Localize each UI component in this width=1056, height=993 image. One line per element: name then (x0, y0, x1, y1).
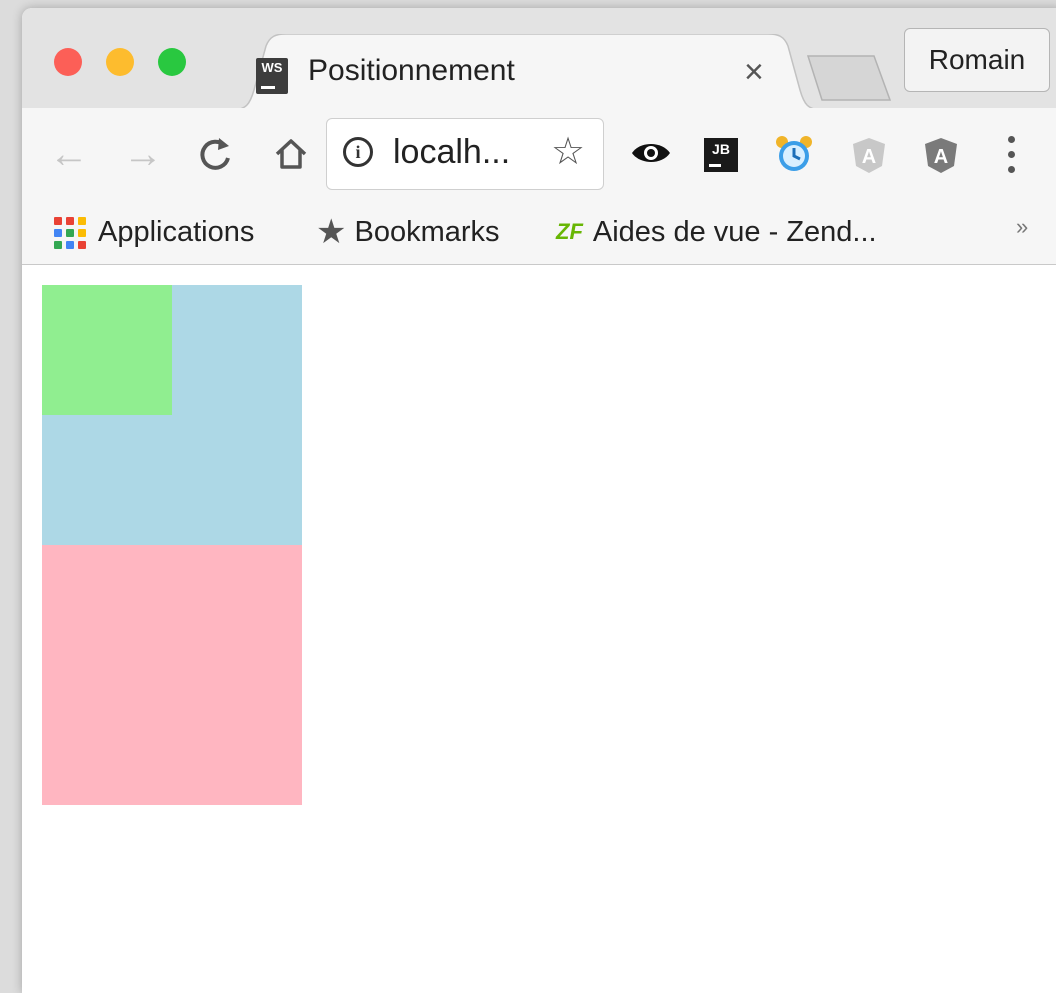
angular-augury-label: A (862, 146, 876, 168)
bookmark-star-icon[interactable]: ☆ (551, 129, 585, 174)
zend-framework-icon: ZF (556, 219, 583, 244)
webstorm-favicon-icon: WS (256, 58, 288, 94)
bookmarks-bar: Applications ★ Bookmarks ZF Aides de vue -… (22, 200, 1056, 265)
bookmark-applications[interactable]: Applications (52, 210, 254, 254)
bookmark-applications-label: Applications (98, 216, 255, 248)
close-window-button[interactable] (54, 48, 82, 76)
more-menu-icon[interactable] (1002, 130, 1022, 180)
angular-augury-icon[interactable]: A (850, 136, 888, 174)
apps-grid-icon (52, 215, 88, 251)
toolbar: ← → i localh... ☆ JB A A (22, 108, 1056, 200)
bookmark-zend[interactable]: ZF Aides de vue - Zend... (556, 210, 877, 254)
page-viewport (22, 265, 1056, 993)
reload-icon[interactable] (190, 124, 240, 184)
minimize-window-button[interactable] (106, 48, 134, 76)
angular-label: A (934, 146, 948, 168)
bookmark-folder-bookmarks[interactable]: ★ Bookmarks (316, 210, 500, 254)
star-icon: ★ (316, 213, 347, 251)
back-arrow-icon[interactable]: ← (44, 124, 94, 184)
more-bookmarks-icon[interactable]: » (1016, 214, 1028, 240)
info-icon[interactable]: i (343, 137, 373, 167)
angular-icon[interactable]: A (922, 136, 960, 174)
clock-extension-icon[interactable] (774, 134, 812, 172)
url-text[interactable]: localh... (393, 133, 510, 172)
bookmark-folder-label: Bookmarks (354, 216, 500, 248)
zoom-window-button[interactable] (158, 48, 186, 76)
new-tab-button[interactable] (804, 54, 894, 102)
green-box (42, 285, 172, 415)
browser-window: WS Positionnement × Romain ← → i localh.… (22, 8, 1056, 993)
eye-extension-icon[interactable] (630, 138, 672, 168)
profile-button[interactable]: Romain (904, 28, 1050, 92)
tab-close-icon[interactable]: × (744, 52, 764, 92)
address-bar[interactable]: i localh... ☆ (326, 118, 604, 190)
jetbrains-extension-icon[interactable]: JB (704, 138, 738, 172)
forward-arrow-icon[interactable]: → (118, 124, 168, 184)
tab-strip: WS Positionnement × Romain (22, 8, 1056, 110)
bookmark-zend-label: Aides de vue - Zend... (592, 216, 877, 248)
home-icon[interactable] (266, 124, 316, 184)
pink-box (42, 545, 302, 805)
tab-title: Positionnement (308, 54, 515, 87)
